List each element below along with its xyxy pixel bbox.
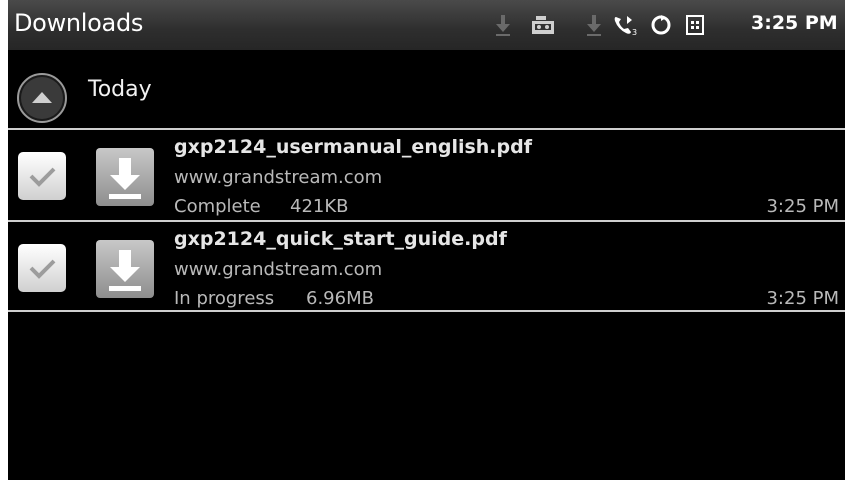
item-checkbox[interactable] [18, 152, 66, 200]
svg-text:3: 3 [632, 28, 637, 37]
collapse-up-icon[interactable] [16, 72, 68, 124]
download-icon [587, 15, 601, 36]
file-size: 6.96MB [306, 288, 374, 309]
divider [8, 310, 845, 312]
group-header-today[interactable]: Today [8, 50, 845, 128]
app-title: Downloads [14, 9, 144, 37]
source-url: www.grandstream.com [174, 259, 383, 280]
download-time: 3:25 PM [766, 288, 839, 309]
sim-card-icon [686, 15, 704, 35]
download-icon [496, 15, 510, 36]
group-label: Today [88, 77, 152, 102]
source-url: www.grandstream.com [174, 167, 383, 188]
voicemail-icon [532, 16, 554, 34]
list-item[interactable]: gxp2124_usermanual_english.pdf www.grand… [8, 130, 845, 220]
file-name: gxp2124_usermanual_english.pdf [174, 136, 532, 158]
clock: 3:25 PM [751, 12, 838, 34]
call-forward-icon: 3 [614, 16, 637, 37]
download-time: 3:25 PM [766, 196, 839, 217]
list-item[interactable]: gxp2124_quick_start_guide.pdf www.grands… [8, 222, 845, 312]
title-bar: Downloads 3 3:25 PM [8, 0, 845, 50]
file-size: 421KB [290, 196, 349, 217]
item-checkbox[interactable] [18, 244, 66, 292]
download-status: Complete [174, 196, 261, 217]
file-name: gxp2124_quick_start_guide.pdf [174, 228, 507, 250]
download-file-icon [96, 148, 154, 206]
downloads-screen: Downloads 3 3:25 PM Today gxp2124_userma… [8, 0, 845, 480]
download-status: In progress [174, 288, 275, 309]
download-file-icon [96, 240, 154, 298]
sync-icon [651, 15, 671, 35]
